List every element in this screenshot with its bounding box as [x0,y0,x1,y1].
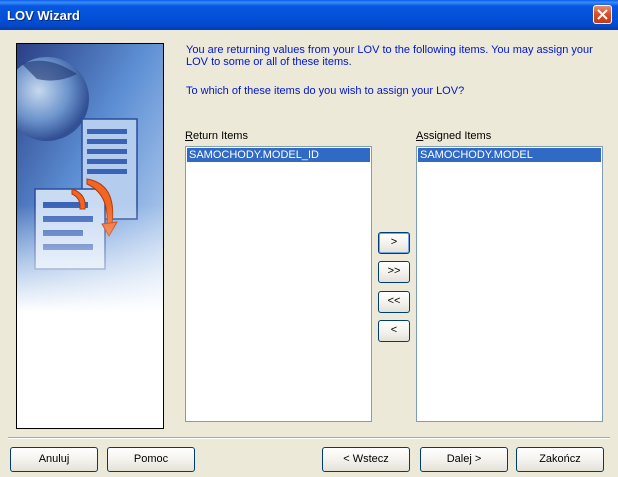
close-icon [597,9,608,20]
lov-wizard-window: LOV Wizard You are returning values from… [0,0,618,477]
next-button[interactable]: Dalej > [420,447,508,472]
window-title: LOV Wizard [7,8,80,23]
back-button[interactable]: < Wstecz [322,447,410,472]
return-items-list[interactable]: SAMOCHODY.MODEL_ID [185,146,372,422]
footer-divider [8,437,610,439]
remove-all-button[interactable]: << [378,291,410,313]
cancel-button[interactable]: Anuluj [10,447,98,472]
list-item[interactable]: SAMOCHODY.MODEL [418,148,601,162]
assigned-items-list[interactable]: SAMOCHODY.MODEL [416,146,603,422]
move-one-button[interactable]: > [378,232,410,254]
wizard-illustration [17,44,163,312]
help-button[interactable]: Pomoc [107,447,195,472]
finish-button[interactable]: Zakończ [516,447,604,472]
return-items-label: Return Items [185,130,248,142]
wizard-illustration-panel [16,43,164,429]
intro-text: You are returning values from your LOV t… [186,44,593,68]
remove-one-button[interactable]: < [378,320,410,342]
title-bar[interactable]: LOV Wizard [0,0,618,30]
move-all-button[interactable]: >> [378,261,410,283]
question-text: To which of these items do you wish to a… [186,85,465,97]
close-button[interactable] [593,5,612,24]
assigned-items-label: Assigned Items [416,130,492,142]
list-item[interactable]: SAMOCHODY.MODEL_ID [187,148,370,162]
